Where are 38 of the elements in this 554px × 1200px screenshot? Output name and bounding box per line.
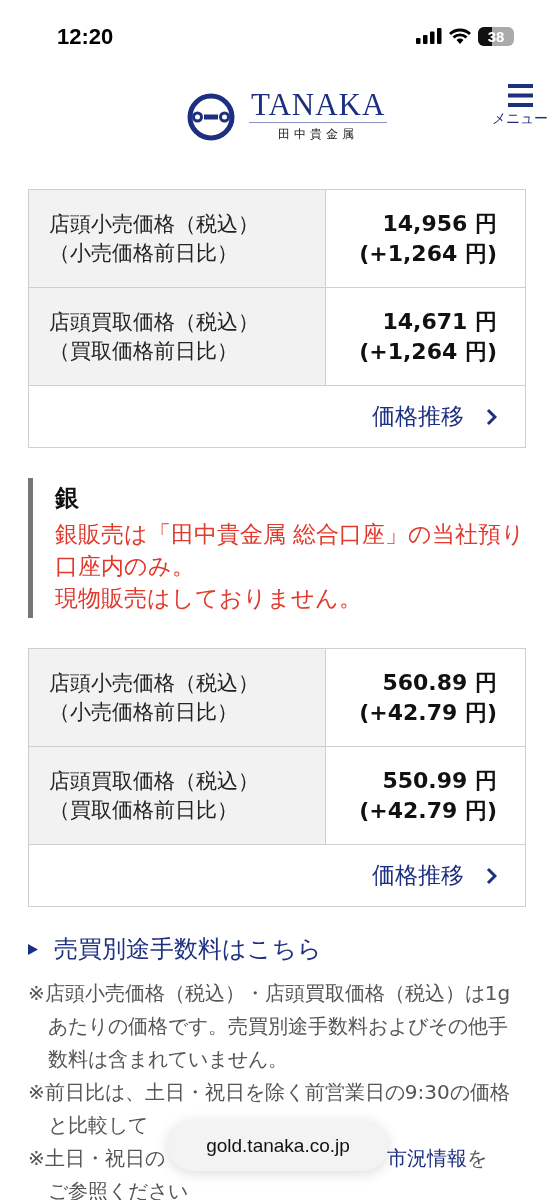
change-label: （小売価格前日比）	[49, 698, 239, 726]
change-value: (+1,264 円)	[359, 337, 497, 366]
price-label: 店頭小売価格（税込）	[49, 210, 260, 238]
price-label: 店頭買取価格（税込）	[49, 767, 260, 795]
logo-subtitle: 田中貴金属	[278, 126, 359, 143]
logo-icon	[187, 92, 235, 141]
triangle-icon	[28, 943, 38, 955]
chevron-icon	[486, 407, 497, 426]
price-value: 560.89 円	[382, 668, 497, 697]
price-label: 店頭買取価格（税込）	[49, 308, 260, 336]
change-label: （買取価格前日比）	[49, 337, 239, 365]
logo-text: TANAKA	[249, 90, 388, 123]
price-history-link[interactable]: 価格推移	[372, 401, 497, 432]
notice-text: 銀販売は「田中貴金属 総合口座」の当社預り口座内のみ。	[55, 520, 527, 581]
price-history-link[interactable]: 価格推移	[372, 860, 497, 891]
change-value: (+42.79 円)	[359, 796, 497, 825]
note-text: ※土日・祝日の	[28, 1146, 165, 1170]
note-text: ※店頭小売価格（税込）・店頭買取価格（税込）は1gあたりの価格です。売買別途手数料およびその他手数料は含まれていません。	[28, 980, 512, 1073]
price-value: 550.99 円	[382, 766, 497, 795]
change-value: (+42.79 円)	[359, 698, 497, 727]
chevron-icon	[486, 866, 497, 885]
price-value: 14,956 円	[382, 209, 497, 238]
clock-time: 12:20	[57, 23, 115, 50]
price-label: 店頭小売価格（税込）	[49, 669, 260, 697]
signal-icon	[416, 28, 442, 44]
market-info-link[interactable]: 市況情報	[386, 1146, 467, 1170]
menu-button[interactable]: メニュー	[492, 84, 548, 128]
change-value: (+1,264 円)	[359, 239, 497, 268]
change-label: （買取価格前日比）	[49, 796, 239, 824]
address-bar[interactable]: gold.tanaka.co.jp	[168, 1121, 388, 1171]
fee-link[interactable]: 売買別途手数料はこちら	[54, 933, 322, 965]
notice-text: 現物販売はしておりません。	[55, 584, 363, 613]
note-text: を	[466, 1146, 487, 1170]
price-value: 14,671 円	[382, 307, 497, 336]
section-heading: 銀	[55, 483, 80, 514]
wifi-icon	[449, 28, 471, 44]
change-label: （小売価格前日比）	[49, 239, 239, 267]
menu-icon	[507, 84, 533, 107]
